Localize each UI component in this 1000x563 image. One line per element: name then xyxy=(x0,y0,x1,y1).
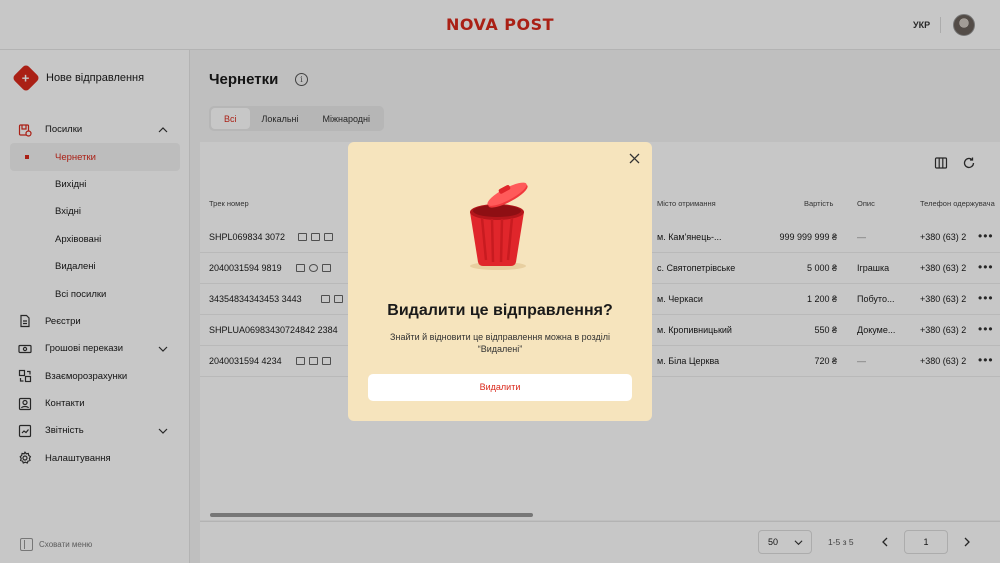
delete-button[interactable]: Видалити xyxy=(368,374,632,401)
modal-description: Знайти й відновити це відправлення можна… xyxy=(390,332,610,354)
modal-title: Видалити це відправлення? xyxy=(387,302,613,319)
close-icon[interactable] xyxy=(629,153,640,164)
trash-bin-illustration xyxy=(470,182,528,270)
